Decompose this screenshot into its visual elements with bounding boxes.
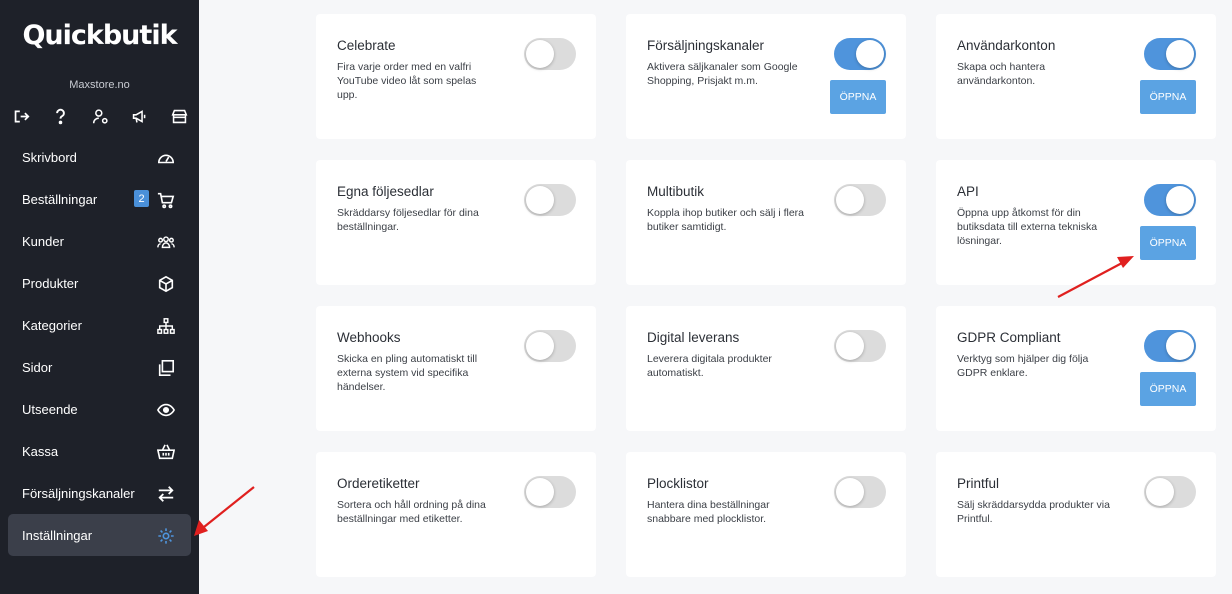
sidebar-item-sidor[interactable]: Sidor [8, 346, 191, 388]
app-card-webhooks: Webhooks Skicka en pling automatiskt til… [316, 306, 596, 431]
sidebar-nav: Skrivbord Beställningar 2 Kunder Produkt… [8, 136, 191, 556]
store-name: Maxstore.no [69, 79, 130, 91]
sidebar-item-forsaljningskanaler[interactable]: Försäljningskanaler [8, 472, 191, 514]
app-title: Plocklistor [647, 476, 709, 491]
app-title: Webhooks [337, 330, 401, 345]
app-description: Hantera dina beställningar snabbare med … [647, 499, 770, 525]
sidebar-item-bestallningar[interactable]: Beställningar 2 [8, 178, 191, 220]
app-description: Aktivera säljkanaler som Google Shopping… [647, 61, 798, 87]
megaphone-icon[interactable] [130, 106, 150, 126]
app-title: API [957, 184, 979, 199]
app-title: GDPR Compliant [957, 330, 1061, 345]
sidebar-item-kunder[interactable]: Kunder [8, 220, 191, 262]
pages-icon [156, 358, 175, 377]
quick-icons-bar [9, 106, 191, 126]
exchange-icon [156, 484, 175, 503]
app-card-anvandarkonton: Användarkonton Skapa och hantera använda… [936, 14, 1216, 139]
app-description: Leverera digitala produkter automatiskt. [647, 353, 772, 379]
app-description: Verktyg som hjälper dig följa GDPR enkla… [957, 353, 1089, 379]
box-icon [156, 274, 175, 293]
app-toggle[interactable] [834, 330, 886, 362]
app-toggle[interactable] [834, 184, 886, 216]
app-title: Celebrate [337, 38, 396, 53]
sitemap-icon [156, 316, 175, 335]
app-card-celebrate: Celebrate Fira varje order med en valfri… [316, 14, 596, 139]
app-title: Orderetiketter [337, 476, 420, 491]
sidebar-item-utseende[interactable]: Utseende [8, 388, 191, 430]
open-button[interactable]: ÖPPNA [1140, 226, 1196, 260]
sidebar-item-label: Kategorier [22, 317, 82, 333]
app-card-egna-foljesedlar: Egna följesedlar Skräddarsy följesedlar … [316, 160, 596, 285]
app-card-forsaljningskanaler: Försäljningskanaler Aktivera säljkanaler… [626, 14, 906, 139]
logo[interactable]: Quickbutik [0, 20, 199, 51]
app-card-printful: Printful Sälj skräddarsydda produkter vi… [936, 452, 1216, 577]
sidebar: Quickbutik Maxstore.no Skrivbord Beställ… [0, 0, 199, 594]
app-toggle[interactable] [834, 38, 886, 70]
app-toggle[interactable] [524, 476, 576, 508]
basket-icon [156, 442, 175, 461]
app-toggle[interactable] [1144, 476, 1196, 508]
sidebar-item-label: Beställningar [22, 191, 98, 207]
app-toggle[interactable] [1144, 330, 1196, 362]
app-description: Öppna upp åtkomst för din butiksdata til… [957, 207, 1098, 247]
app-title: Försäljningskanaler [647, 38, 765, 53]
sidebar-item-skrivbord[interactable]: Skrivbord [8, 136, 191, 178]
annotation-arrow-settings [194, 486, 255, 536]
sidebar-item-label: Utseende [22, 401, 78, 417]
users-icon [156, 232, 175, 251]
eye-icon [156, 400, 175, 419]
sidebar-item-label: Kassa [22, 443, 59, 459]
app-card-gdpr-compliant: GDPR Compliant Verktyg som hjälper dig f… [936, 306, 1216, 431]
order-count-badge: 2 [134, 190, 149, 207]
app-toggle[interactable] [524, 38, 576, 70]
sidebar-item-label: Skrivbord [22, 149, 77, 165]
app-description: Skräddarsy följesedlar för dina beställn… [337, 207, 479, 233]
app-title: Printful [957, 476, 1000, 491]
app-description: Fira varje order med en valfri YouTube v… [337, 61, 477, 101]
app-title: Användarkonton [957, 38, 1056, 53]
app-description: Sortera och håll ordning på dina beställ… [337, 499, 486, 525]
storefront-icon[interactable] [169, 106, 189, 126]
app-toggle[interactable] [524, 330, 576, 362]
sidebar-item-label: Kunder [22, 233, 64, 249]
sidebar-item-label: Sidor [22, 359, 53, 375]
sidebar-item-produkter[interactable]: Produkter [8, 262, 191, 304]
sidebar-item-installningar[interactable]: Inställningar [8, 514, 191, 556]
sidebar-item-label: Inställningar [22, 527, 93, 543]
sidebar-item-label: Produkter [22, 275, 79, 291]
app-card-orderetiketter: Orderetiketter Sortera och håll ordning … [316, 452, 596, 577]
app-toggle[interactable] [524, 184, 576, 216]
app-toggle[interactable] [834, 476, 886, 508]
app-title: Multibutik [647, 184, 705, 199]
app-description: Koppla ihop butiker och sälj i flera but… [647, 207, 805, 233]
app-title: Digital leverans [647, 330, 740, 345]
sidebar-item-kassa[interactable]: Kassa [8, 430, 191, 472]
open-button[interactable]: ÖPPNA [1140, 80, 1196, 114]
dashboard-icon [156, 148, 175, 167]
app-card-api: API Öppna upp åtkomst för din butiksdata… [936, 160, 1216, 285]
app-card-multibutik: Multibutik Koppla ihop butiker och sälj … [626, 160, 906, 285]
app-card-plocklistor: Plocklistor Hantera dina beställningar s… [626, 452, 906, 577]
cart-icon [156, 190, 175, 209]
open-button[interactable]: ÖPPNA [1140, 372, 1196, 406]
app-description: Sälj skräddarsydda produkter via Printfu… [957, 499, 1110, 525]
open-button[interactable]: ÖPPNA [830, 80, 886, 114]
help-icon[interactable] [51, 106, 71, 126]
app-toggle[interactable] [1144, 38, 1196, 70]
sidebar-item-label: Försäljningskanaler [22, 485, 135, 501]
app-title: Egna följesedlar [337, 184, 434, 199]
logout-icon[interactable] [11, 106, 31, 126]
gear-icon [156, 526, 175, 545]
user-settings-icon[interactable] [90, 106, 110, 126]
sidebar-item-kategorier[interactable]: Kategorier [8, 304, 191, 346]
app-description: Skicka en pling automatiskt till externa… [337, 353, 478, 393]
app-toggle[interactable] [1144, 184, 1196, 216]
app-description: Skapa och hantera användarkonton. [957, 61, 1046, 87]
app-card-digital-leverans: Digital leverans Leverera digitala produ… [626, 306, 906, 431]
